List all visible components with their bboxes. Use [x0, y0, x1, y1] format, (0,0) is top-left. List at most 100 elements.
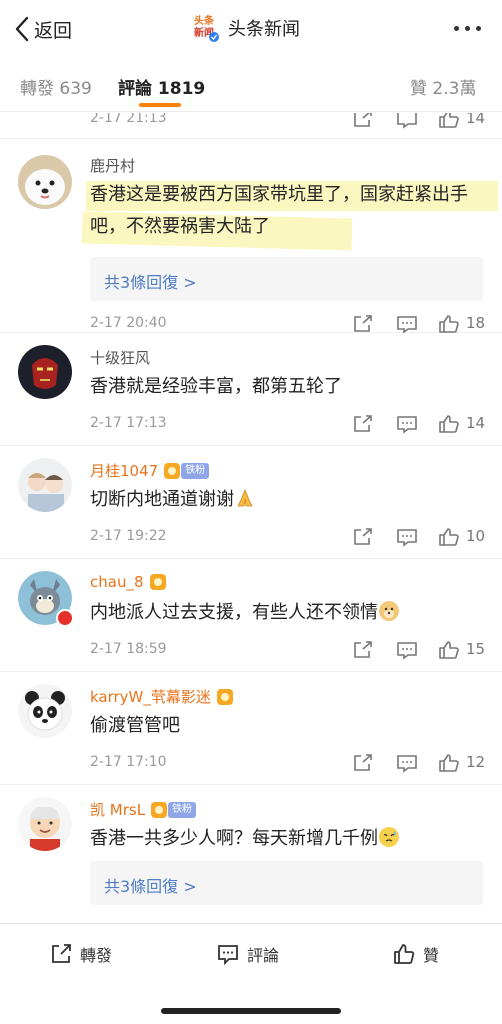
comment-item: 凯 MrsL 铁粉 香港一共多少人啊？每天新增几千例 共3條回復 > — [0, 785, 502, 923]
comment-time: 2-17 20:40 — [90, 315, 167, 331]
fan-badge: 铁粉 — [168, 801, 197, 818]
vip-badge-icon — [151, 801, 168, 818]
home-indicator[interactable] — [161, 1008, 341, 1014]
share-icon[interactable] — [352, 414, 376, 434]
account-title: 头条新闻 — [228, 19, 300, 40]
chevron-left-icon — [15, 16, 29, 42]
toutiao-logo-icon: 头条 新闻 — [192, 13, 220, 43]
comment-time: 2-17 21:13 — [90, 113, 167, 126]
comment-text: 香港一共多少人啊？每天新增几千例 — [90, 823, 490, 855]
avatar[interactable] — [18, 458, 72, 512]
like-count: 10 — [466, 527, 486, 545]
comment-text: 偷渡管管吧 — [90, 715, 180, 736]
top-bar: 返回 头条 新闻 头条新闻 — [0, 0, 502, 58]
folded-hands-emoji-icon — [237, 488, 253, 507]
reply-icon[interactable] — [396, 527, 420, 547]
share-icon[interactable] — [352, 314, 376, 334]
reply-icon[interactable] — [396, 753, 420, 773]
view-replies-button[interactable]: 共3條回復 > — [90, 861, 483, 905]
region-flag-icon — [56, 609, 74, 627]
comment-text-body: 切断内地通道谢谢 — [90, 489, 234, 510]
share-icon[interactable] — [352, 113, 376, 129]
username-text: 凯 MrsL — [90, 801, 146, 819]
account-brand[interactable]: 头条 新闻 头条新闻 — [192, 13, 300, 43]
tab-comments[interactable]: 評論 1819 — [118, 74, 205, 99]
fan-badge: 铁粉 — [181, 462, 210, 479]
tab-likes[interactable]: 贊 2.3萬 — [410, 74, 476, 99]
like-icon[interactable] — [438, 527, 462, 547]
repost-label: 轉發 — [80, 946, 113, 965]
comment-username[interactable]: 十级狂风 — [90, 347, 150, 368]
comment-username[interactable]: chau_8 — [90, 573, 166, 591]
comment-text: 香港就是经验丰富，都第五轮了 — [90, 376, 342, 397]
like-icon[interactable] — [438, 314, 462, 334]
comment-item: 鹿丹村 香港这是要被西方国家带坑里了，国家赶紧出手吧，不然要祸害大陆了 共3條回… — [0, 139, 502, 334]
reply-icon[interactable] — [396, 414, 420, 434]
comment-time: 2-17 17:13 — [90, 415, 167, 431]
comment-username[interactable]: karryW_茕幕影迷 — [90, 686, 233, 707]
avatar[interactable] — [18, 155, 72, 209]
like-icon[interactable] — [438, 640, 462, 660]
like-count: 15 — [466, 640, 486, 658]
comment-text: 切断内地通道谢谢 — [90, 484, 490, 516]
tab-bar: 轉發 639 評論 1819 贊 2.3萬 — [0, 58, 502, 112]
vip-badge-icon — [149, 574, 166, 590]
avatar[interactable] — [18, 797, 72, 851]
comment-item: karryW_茕幕影迷 偷渡管管吧 2-17 17:10 12 — [0, 672, 502, 785]
share-icon[interactable] — [352, 640, 376, 660]
username-text: karryW_茕幕影迷 — [90, 688, 211, 706]
comment-username[interactable]: 凯 MrsL 铁粉 — [90, 799, 197, 820]
repost-button[interactable]: 轉發 — [50, 942, 112, 966]
like-label: 贊 — [423, 946, 440, 965]
back-button[interactable]: 返回 — [14, 14, 72, 44]
tab-repost[interactable]: 轉發 639 — [20, 74, 92, 99]
vip-badge-icon — [216, 688, 233, 705]
avatar[interactable] — [18, 571, 74, 627]
more-menu-icon[interactable] — [454, 18, 486, 38]
comment-username[interactable]: 月桂1047 铁粉 — [90, 460, 210, 481]
like-button[interactable]: 贊 — [393, 942, 439, 966]
comment-time: 2-17 17:10 — [90, 754, 167, 770]
comment-button[interactable]: 評論 — [217, 942, 279, 966]
like-icon[interactable] — [438, 753, 462, 773]
bottom-action-bar: 轉發 評論 贊 — [0, 923, 502, 1024]
like-icon[interactable] — [438, 113, 462, 129]
share-icon[interactable] — [352, 527, 376, 547]
like-count: 14 — [466, 113, 486, 127]
like-count: 14 — [466, 414, 486, 432]
comment-time: 2-17 18:59 — [90, 641, 167, 657]
comment-item: chau_8 内地派人过去支援，有些人还不领情 2-17 18:59 15 — [0, 559, 502, 672]
share-icon[interactable] — [352, 753, 376, 773]
avatar[interactable] — [18, 684, 72, 738]
reply-icon[interactable] — [396, 640, 420, 660]
comment-label: 評論 — [247, 946, 280, 965]
username-text: 月桂1047 — [90, 462, 159, 480]
username-text: chau_8 — [90, 573, 144, 591]
reply-icon[interactable] — [396, 113, 420, 129]
share-icon — [52, 944, 71, 963]
like-count: 18 — [466, 314, 486, 332]
like-count: 12 — [466, 753, 486, 771]
avatar[interactable] — [18, 345, 72, 399]
comment-text-body: 内地派人过去支援，有些人还不领情 — [90, 602, 378, 623]
comment-item: 十级狂风 香港就是经验丰富，都第五轮了 2-17 17:13 14 — [0, 333, 502, 446]
comment-time: 2-17 19:22 — [90, 528, 167, 544]
comment-item: 月桂1047 铁粉 切断内地通道谢谢 2-17 19:22 10 — [0, 446, 502, 559]
comment-feed[interactable]: 2-17 21:13 14 鹿丹村 香港这是要被西方国家带坑里了，国家赶紧出手吧… — [0, 113, 502, 923]
replies-label: 共3條回復 > — [104, 273, 197, 292]
doge-emoji-icon — [379, 601, 399, 621]
comment-icon — [218, 945, 238, 965]
comment-item: 2-17 21:13 14 — [0, 113, 502, 139]
comment-username[interactable]: 鹿丹村 — [90, 155, 135, 176]
comment-text: 内地派人过去支援，有些人还不领情 — [90, 597, 490, 629]
view-replies-button[interactable]: 共3條回復 > — [90, 257, 483, 301]
active-tab-indicator — [139, 103, 181, 107]
vip-badge-icon — [164, 462, 181, 479]
like-icon[interactable] — [438, 414, 462, 434]
reply-icon[interactable] — [396, 314, 420, 334]
replies-label: 共3條回復 > — [104, 877, 197, 896]
comment-text-body: 香港一共多少人啊？每天新增几千例 — [90, 828, 378, 849]
back-label: 返回 — [34, 19, 73, 42]
comment-text: 香港这是要被西方国家带坑里了，国家赶紧出手吧，不然要祸害大陆了 — [90, 184, 468, 237]
like-icon — [394, 944, 415, 964]
